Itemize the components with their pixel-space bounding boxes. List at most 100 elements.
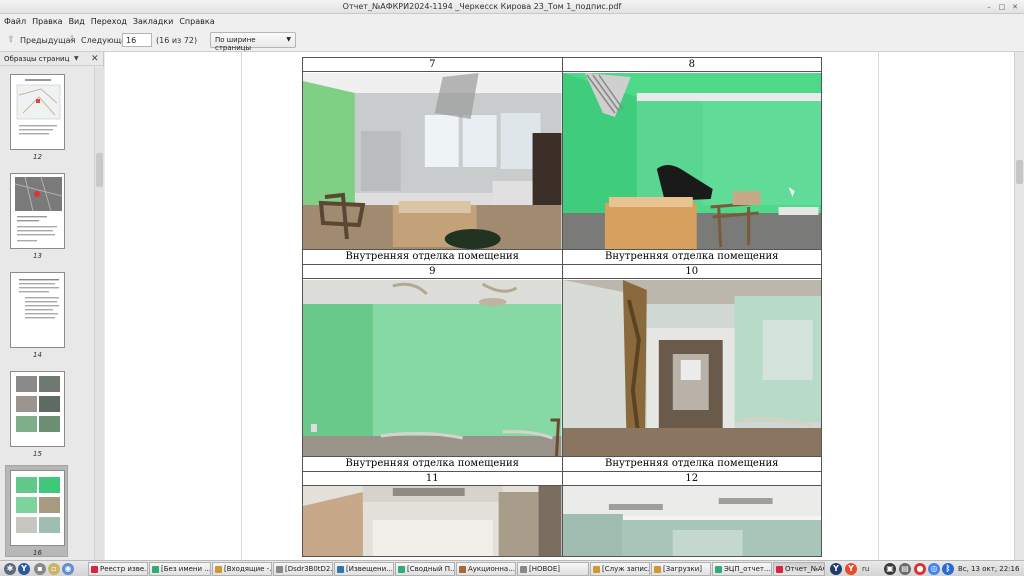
task-button[interactable]: [НОВОЕ] [517, 562, 589, 576]
task-button[interactable]: [Загрузки] [651, 562, 711, 576]
menu-go[interactable]: Переход [91, 17, 127, 26]
task-label: Отчет_№АФ... [785, 565, 824, 573]
thumbnail-label: 12 [33, 153, 42, 161]
photo-cell [561, 278, 822, 457]
thumbnail-page-12[interactable] [10, 74, 65, 150]
tray-app-icon[interactable]: ▤ [899, 563, 911, 575]
thumbnail-page-14[interactable] [10, 272, 65, 348]
task-button[interactable]: Аукционна... [456, 562, 516, 576]
photo-cell [561, 71, 822, 250]
map-page-icon [16, 79, 61, 135]
room-photo-7 [303, 72, 562, 249]
toolbar: ⇧ Предыдущая ⇩ Следующая (16 из 72) По ш… [0, 28, 1024, 52]
text-page-icon [19, 279, 59, 319]
task-label: [Загрузки] [663, 565, 703, 573]
clock: Вс, 13 окт, 22:16 [958, 565, 1020, 573]
room-photo-9 [303, 279, 562, 456]
thumbnail-page-16[interactable] [10, 470, 65, 546]
page-edge-right [878, 52, 879, 560]
chrome-icon[interactable]: ◎ [928, 563, 940, 575]
photo-caption: Внутренняя отделка помещения [561, 456, 822, 472]
keyboard-layout[interactable]: ru [862, 565, 869, 573]
start-icon[interactable]: ✱ [4, 563, 16, 575]
bluetooth-icon[interactable]: ᛒ [942, 563, 954, 575]
task-button[interactable]: Реестр изве... [88, 562, 148, 576]
menu-edit[interactable]: Правка [32, 17, 62, 26]
previous-page-button[interactable]: ⇧ Предыдущая [6, 33, 75, 47]
photo-number: 12 [561, 471, 822, 486]
task-button-active[interactable]: Отчет_№АФ... [773, 562, 825, 576]
sidebar-scrollbar-thumb[interactable] [96, 153, 103, 187]
tray-app-icon[interactable]: ▣ [884, 563, 896, 575]
task-button[interactable]: [Извещени... [334, 562, 394, 576]
browser-icon[interactable]: ◉ [62, 563, 74, 575]
menu-file[interactable]: Файл [4, 17, 26, 26]
zoom-select[interactable]: По ширине страницы ▼ [210, 32, 296, 52]
tray-app-icon[interactable]: ● [914, 563, 926, 575]
chevron-down-icon: ▼ [286, 36, 291, 43]
close-icon[interactable]: ✕ [91, 54, 99, 64]
maximize-icon[interactable]: □ [997, 2, 1007, 12]
photo-number: 7 [302, 57, 563, 72]
photo-cell [302, 278, 563, 457]
photo-number: 9 [302, 264, 563, 279]
folder-icon[interactable]: ▫ [48, 563, 60, 575]
minimize-icon[interactable]: – [984, 2, 994, 12]
task-label: [Dsdr3B0tD2... [285, 565, 333, 573]
thumbnail-page-13[interactable] [10, 173, 65, 249]
yandex-browser-icon[interactable]: Y [845, 563, 857, 575]
task-button[interactable]: [Без имени ... [149, 562, 211, 576]
task-label: [Служ запис... [602, 565, 650, 573]
document-viewport[interactable]: 7 8 Внутренняя отделка помещения Внутрен… [105, 52, 1014, 560]
zoom-select-value: По ширине страницы [215, 36, 256, 52]
yandex-icon[interactable]: Y [18, 563, 30, 575]
photo-caption: Внутренняя отделка помещения [302, 249, 563, 265]
menu-help[interactable]: Справка [179, 17, 214, 26]
sidebar-scrollbar[interactable] [94, 67, 104, 560]
menu-bar: Файл Правка Вид Переход Закладки Справка [0, 14, 1024, 28]
window-title: Отчет_№АФКРИ2024-1194 _Черкесск Кирова 2… [342, 2, 622, 11]
app-icon[interactable]: ▪ [34, 563, 46, 575]
task-label: Реестр изве... [100, 565, 148, 573]
thumbnail-label: 14 [33, 351, 42, 359]
thumbnail-page-15[interactable] [10, 371, 65, 447]
document-scrollbar[interactable] [1014, 52, 1024, 560]
thumbnail-list: 12 13 14 15 16 [0, 67, 94, 560]
page-number-input[interactable] [122, 33, 152, 47]
sidebar: Образцы страниц ▼ ✕ 12 13 14 15 16 [0, 52, 104, 560]
task-label: [Без имени ... [161, 565, 211, 573]
room-photo-10 [562, 279, 821, 456]
next-arrow-icon: ⇩ [68, 35, 76, 45]
photo-cell [302, 71, 563, 250]
photo-cell [561, 485, 822, 557]
room-photo-12 [562, 486, 821, 556]
thumbnail-label: 15 [33, 450, 42, 458]
task-button[interactable]: [Сводный П... [395, 562, 455, 576]
photo-caption: Внутренняя отделка помещения [561, 249, 822, 265]
document-scrollbar-thumb[interactable] [1016, 160, 1023, 184]
task-label: ЭЦП_отчет... [724, 565, 771, 573]
sidebar-header: Образцы страниц ▼ ✕ [0, 52, 104, 66]
task-button[interactable]: [Dsdr3B0tD2... [273, 562, 333, 576]
room-photo-8 [562, 72, 821, 249]
photo-table: 7 8 Внутренняя отделка помещения Внутрен… [302, 57, 822, 557]
room-photo-11 [303, 486, 562, 556]
close-window-icon[interactable]: ✕ [1010, 2, 1020, 12]
task-button[interactable]: [Служ запис... [590, 562, 650, 576]
page-edge-left [241, 52, 242, 560]
task-label: [Входящие -... [224, 565, 272, 573]
sidebar-title[interactable]: Образцы страниц [4, 55, 69, 63]
window-titlebar: Отчет_№АФКРИ2024-1194 _Черкесск Кирова 2… [0, 0, 1024, 14]
task-button[interactable]: [Входящие -... [212, 562, 272, 576]
task-label: [Сводный П... [407, 565, 455, 573]
thumbnail-label: 13 [33, 252, 42, 260]
taskbar: ✱ Y ▪ ▫ ◉ Реестр изве... [Без имени ... … [0, 560, 1024, 576]
aerial-page-icon [14, 176, 63, 242]
menu-view[interactable]: Вид [69, 17, 85, 26]
yandex-icon[interactable]: Y [830, 563, 842, 575]
prev-arrow-icon: ⇧ [7, 35, 15, 45]
chevron-down-icon[interactable]: ▼ [74, 55, 79, 62]
thumbnail-label: 16 [33, 549, 42, 557]
task-button[interactable]: ЭЦП_отчет... [712, 562, 772, 576]
menu-bookmarks[interactable]: Закладки [133, 17, 173, 26]
